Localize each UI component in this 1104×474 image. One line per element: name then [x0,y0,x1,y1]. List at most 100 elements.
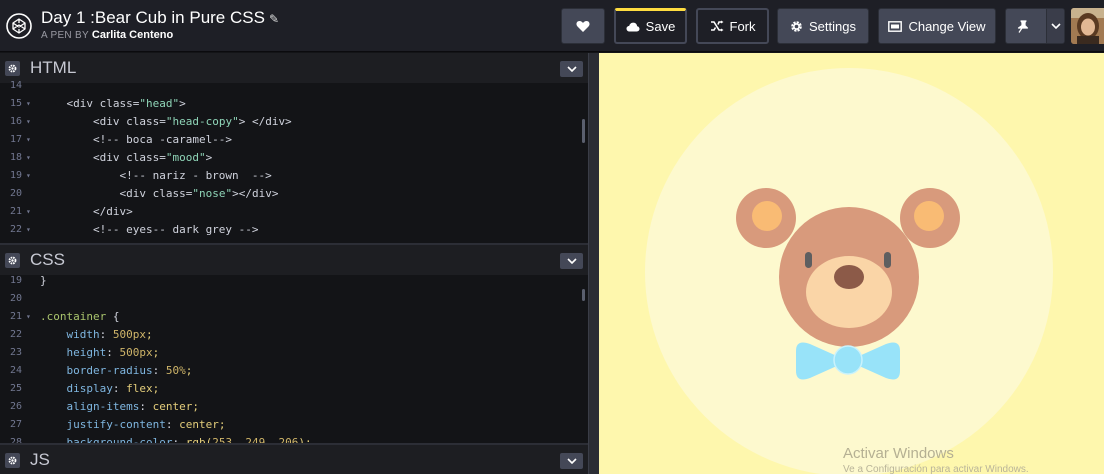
settings-label: Settings [809,18,856,34]
chevron-down-icon [566,66,577,72]
fork-button[interactable]: Fork [696,8,769,44]
change-view-label: Change View [908,18,986,34]
windows-watermark-title: Activar Windows [843,445,954,462]
html-panel: HTML 14 15 ▾ <div class="head"> 16 ▾ <div cl… [0,53,588,243]
header-bar: Day 1 :Bear Cub in Pure CSS ✎ A PEN BY Ca… [0,0,1104,52]
gear-icon [791,20,802,32]
html-code-line[interactable]: 21 ▾ </div> [0,203,588,221]
code-text: <div class="nose"></div> [40,187,279,200]
pen-title[interactable]: Day 1 :Bear Cub in Pure CSS ✎ [41,8,279,28]
fold-arrow-icon[interactable]: ▾ [26,221,31,239]
html-code-area[interactable]: 14 15 ▾ <div class="head"> 16 ▾ <div class="… [0,77,588,239]
bear-illustration [645,68,1053,474]
code-text: <div class="head-copy"> </div> [40,115,292,128]
fork-icon [710,20,723,32]
line-number: 19 [9,275,22,286]
fork-label: Fork [729,18,756,34]
codepen-logo-icon[interactable] [6,13,32,39]
code-text: <!-- nariz - brown --> [40,169,272,182]
js-collapse-button[interactable] [560,453,583,469]
code-text: height: 500px; [66,346,160,359]
code-text: <div class="head"> [40,97,186,110]
save-button[interactable]: Save [614,8,687,44]
line-number: 28 [9,437,22,443]
html-panel-title: HTML [30,58,77,77]
html-code-line[interactable]: 17 ▾ <!-- boca -caramel--> [0,131,588,149]
layout-icon [888,20,903,32]
css-code-line[interactable]: 24 border-radius: 50%; [0,362,588,380]
css-code-area[interactable]: 19} 20 21 ▾ .container {22 width: 500px; 23 h… [0,272,588,443]
cloud-icon [626,22,640,31]
html-code-line[interactable]: 14 [0,77,588,95]
pencil-icon[interactable]: ✎ [269,12,279,26]
css-code-line[interactable]: 22 width: 500px; [0,326,588,344]
code-text: </div> [40,205,133,218]
line-number: 22 [9,224,22,235]
html-code-line[interactable]: 18 ▾ <div class="mood"> [0,149,588,167]
css-code-line[interactable]: 23 height: 500px; [0,344,588,362]
css-code-line[interactable]: 28 background-color: rgb(253, 249, 206); [0,434,588,443]
js-panel-title: JS [30,450,50,469]
js-panel-header: JS [0,445,588,474]
code-text: justify-content: center; [66,418,226,431]
settings-button[interactable]: Settings [777,8,869,44]
fold-arrow-icon[interactable]: ▾ [26,95,31,113]
css-panel-title: CSS [30,250,65,269]
codepen-editor: Day 1 :Bear Cub in Pure CSS ✎ A PEN BY Ca… [0,0,1104,474]
html-code-line[interactable]: 20 <div class="nose"></div> [0,185,588,203]
css-collapse-button[interactable] [560,253,583,269]
resize-splitter[interactable] [588,53,599,474]
fold-arrow-icon[interactable]: ▾ [26,308,31,326]
code-text: background-color: rgb(253, 249, 206); [66,436,312,443]
css-settings-button[interactable] [5,253,20,268]
html-code-line[interactable]: 22 ▾ <!-- eyes-- dark grey --> [0,221,588,239]
pin-dropdown[interactable] [1046,9,1064,43]
css-scrollbar[interactable] [582,289,585,301]
line-number: 19 [9,170,22,181]
avatar-image [1071,8,1104,44]
html-code-line[interactable]: 19 ▾ <!-- nariz - brown --> [0,167,588,185]
html-collapse-button[interactable] [560,61,583,77]
love-button[interactable] [561,8,605,44]
fold-arrow-icon[interactable]: ▾ [26,167,31,185]
pin-button[interactable] [1005,8,1065,44]
css-code-line[interactable]: 20 [0,290,588,308]
bear-nose [834,265,864,289]
save-label: Save [645,19,676,34]
line-number: 26 [9,401,22,412]
css-code-line[interactable]: 27 justify-content: center; [0,416,588,434]
author-name[interactable]: Carlita Centeno [92,29,173,41]
windows-watermark-subtitle: Ve a Configuración para activar Windows. [843,464,1029,474]
result-preview[interactable] [599,53,1104,474]
fold-arrow-icon[interactable]: ▾ [26,113,31,131]
gear-icon [8,64,17,73]
line-number: 21 [9,206,22,217]
line-number: 15 [9,98,22,109]
css-code-line[interactable]: 26 align-items: center; [0,398,588,416]
html-code-line[interactable]: 16 ▾ <div class="head-copy"> </div> [0,113,588,131]
user-avatar[interactable] [1071,8,1104,44]
pin-part[interactable] [1006,9,1040,43]
css-code-line[interactable]: 25 display: flex; [0,380,588,398]
js-settings-button[interactable] [5,453,20,468]
fold-arrow-icon[interactable]: ▾ [26,131,31,149]
css-code-line[interactable]: 21 ▾ .container { [0,308,588,326]
change-view-button[interactable]: Change View [878,8,996,44]
code-text: } [40,274,47,287]
fold-arrow-icon[interactable]: ▾ [26,149,31,167]
fold-arrow-icon[interactable]: ▾ [26,203,31,221]
code-text: width: 500px; [66,328,153,341]
html-code-line[interactable]: 15 ▾ <div class="head"> [0,95,588,113]
line-number: 14 [9,80,22,91]
html-scrollbar[interactable] [582,119,585,143]
left-inner-ear [752,201,782,231]
line-number: 18 [9,152,22,163]
author-prefix: A PEN BY [41,30,89,41]
pin-icon [1017,19,1029,33]
line-number: 27 [9,419,22,430]
code-text: border-radius: 50%; [66,364,193,377]
code-text: .container { [40,310,120,323]
line-number: 20 [9,188,22,199]
css-code-line[interactable]: 19} [0,272,588,290]
html-settings-button[interactable] [5,61,20,76]
